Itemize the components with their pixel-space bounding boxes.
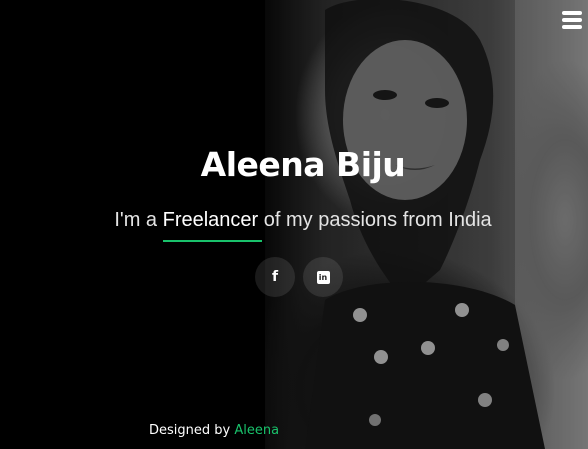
social-links: f in <box>255 257 343 297</box>
footer-author-link[interactable]: Aleena <box>234 423 279 438</box>
linkedin-link[interactable]: in <box>303 257 343 297</box>
footer-credits: Designed by Aleena <box>149 422 279 440</box>
linkedin-icon: in <box>316 270 330 284</box>
hero-content: Aleena Biju I'm a Freelancer of my passi… <box>0 0 588 449</box>
hero-section: Aleena Biju I'm a Freelancer of my passi… <box>0 0 588 449</box>
footer-prefix: Designed by <box>149 423 235 438</box>
hero-tagline: I'm a Freelancer of my passions from Ind… <box>0 206 588 242</box>
hero-name: Aleena Biju <box>200 145 406 184</box>
tagline-highlight: Freelancer <box>162 206 262 242</box>
tagline-prefix: I'm a <box>114 209 163 231</box>
facebook-link[interactable]: f <box>255 257 295 297</box>
tagline-suffix: of my passions from India <box>258 209 492 231</box>
facebook-icon: f <box>271 269 279 285</box>
